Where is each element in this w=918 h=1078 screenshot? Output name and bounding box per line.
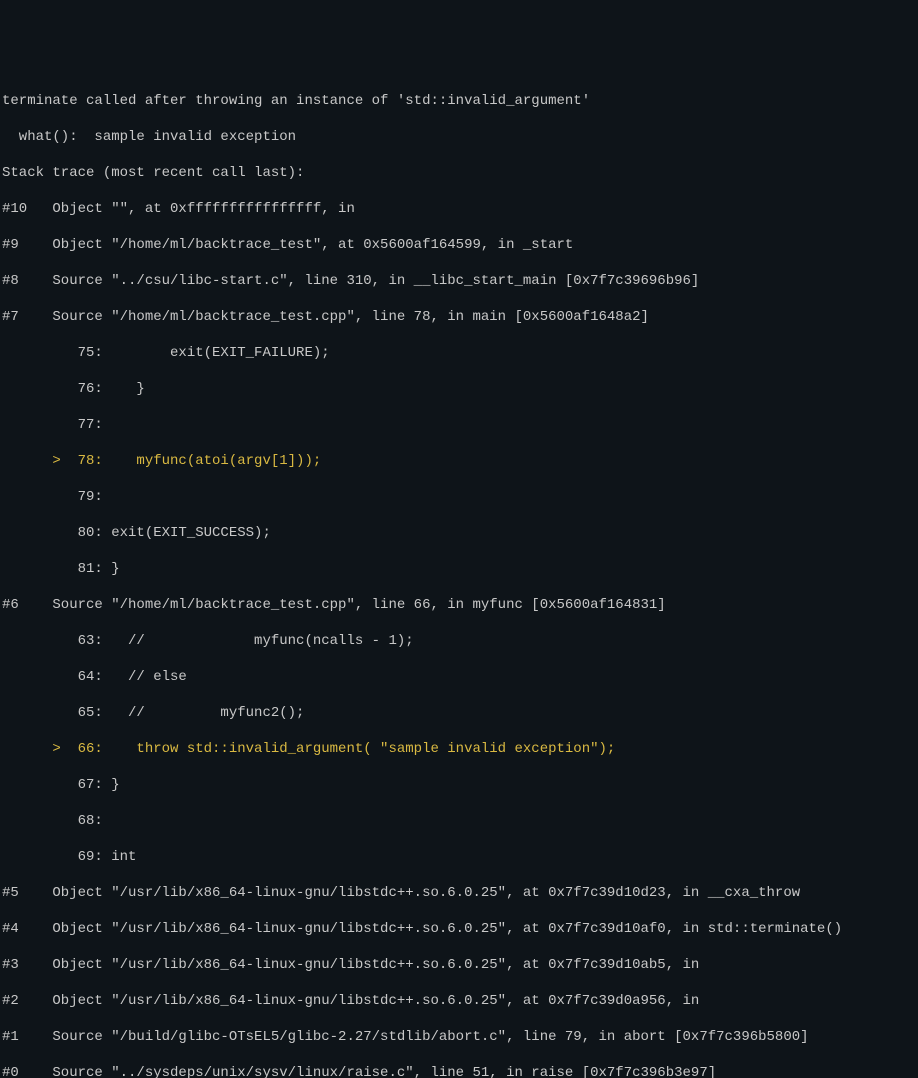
- terminal-output: terminate called after throwing an insta…: [2, 74, 916, 1078]
- frame-5: #5 Object "/usr/lib/x86_64-linux-gnu/lib…: [2, 884, 916, 902]
- frame-8: #8 Source "../csu/libc-start.c", line 31…: [2, 272, 916, 290]
- source-line-64: 64: // else: [2, 668, 916, 686]
- source-line-67: 67: }: [2, 776, 916, 794]
- source-line-81: 81: }: [2, 560, 916, 578]
- source-line-63: 63: // myfunc(ncalls - 1);: [2, 632, 916, 650]
- source-line-80: 80: exit(EXIT_SUCCESS);: [2, 524, 916, 542]
- frame-7: #7 Source "/home/ml/backtrace_test.cpp",…: [2, 308, 916, 326]
- source-line-66-highlighted: > 66: throw std::invalid_argument( "samp…: [2, 740, 916, 758]
- frame-1: #1 Source "/build/glibc-OTsEL5/glibc-2.2…: [2, 1028, 916, 1046]
- frame-9: #9 Object "/home/ml/backtrace_test", at …: [2, 236, 916, 254]
- source-line-68: 68:: [2, 812, 916, 830]
- source-line-77: 77:: [2, 416, 916, 434]
- frame-2: #2 Object "/usr/lib/x86_64-linux-gnu/lib…: [2, 992, 916, 1010]
- frame-3: #3 Object "/usr/lib/x86_64-linux-gnu/lib…: [2, 956, 916, 974]
- frame-10: #10 Object "", at 0xffffffffffffffff, in: [2, 200, 916, 218]
- source-line-78-highlighted: > 78: myfunc(atoi(argv[1]));: [2, 452, 916, 470]
- source-line-69: 69: int: [2, 848, 916, 866]
- source-line-65: 65: // myfunc2();: [2, 704, 916, 722]
- source-line-75: 75: exit(EXIT_FAILURE);: [2, 344, 916, 362]
- frame-4: #4 Object "/usr/lib/x86_64-linux-gnu/lib…: [2, 920, 916, 938]
- error-what: what(): sample invalid exception: [2, 128, 916, 146]
- frame-0: #0 Source "../sysdeps/unix/sysv/linux/ra…: [2, 1064, 916, 1078]
- source-line-76: 76: }: [2, 380, 916, 398]
- error-header: terminate called after throwing an insta…: [2, 92, 916, 110]
- source-line-79: 79:: [2, 488, 916, 506]
- stack-trace-header: Stack trace (most recent call last):: [2, 164, 916, 182]
- frame-6: #6 Source "/home/ml/backtrace_test.cpp",…: [2, 596, 916, 614]
